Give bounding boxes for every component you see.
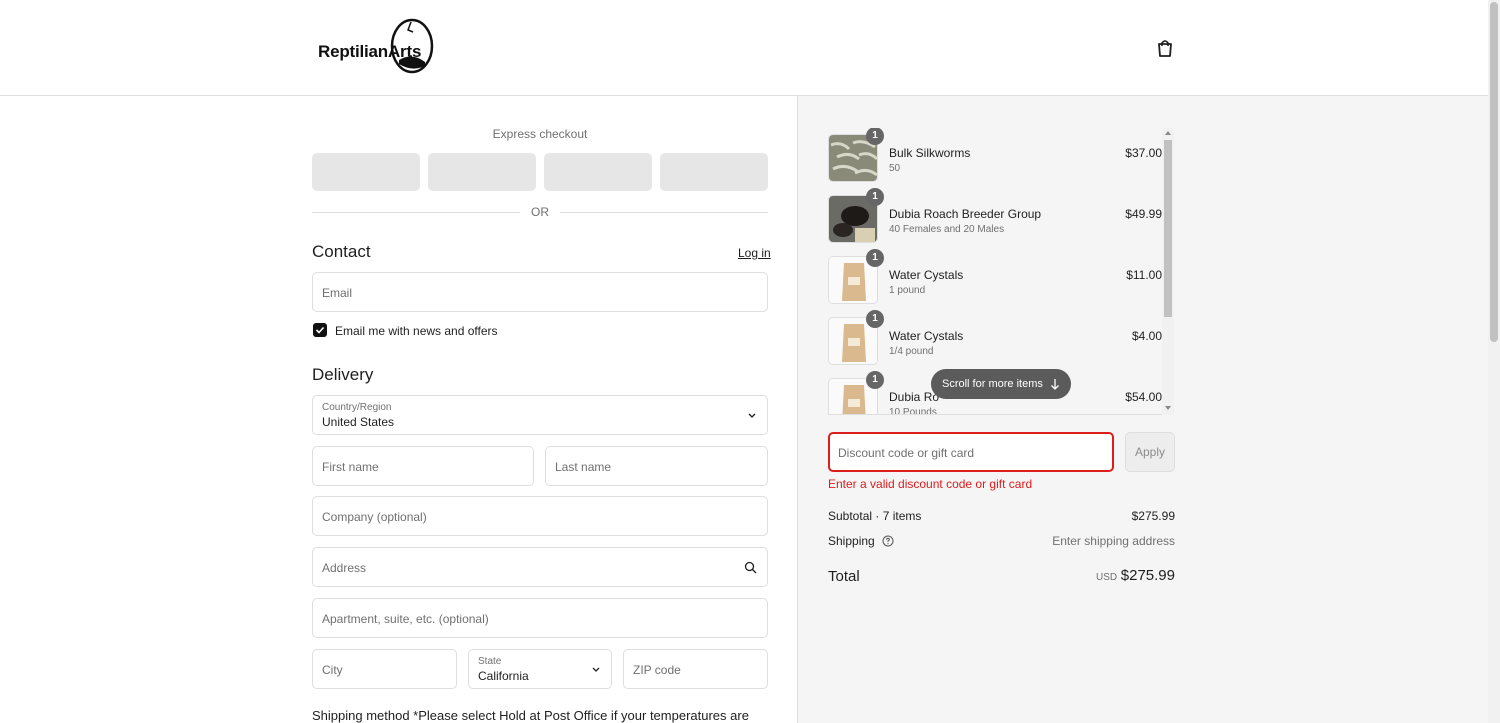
item-price: $49.99 [1125, 207, 1162, 221]
delivery-title: Delivery [312, 365, 374, 384]
shipping-method-heading: Shipping method *Please select Hold at P… [312, 708, 749, 723]
or-text: OR [531, 205, 549, 219]
scroll-for-more-button[interactable]: Scroll for more items [931, 369, 1071, 399]
address-field[interactable]: Address [312, 547, 768, 587]
page-scrollbar-thumb[interactable] [1490, 2, 1498, 342]
state-value: California [478, 669, 529, 683]
item-price: $11.00 [1126, 268, 1162, 282]
company-field[interactable]: Company (optional) [312, 496, 768, 536]
shipping-row: Shipping Enter shipping address [828, 534, 1175, 548]
scroll-up-arrow-icon[interactable] [1165, 131, 1171, 135]
scrollbar-thumb[interactable] [1164, 140, 1172, 317]
item-variant: 40 Females and 20 Males [889, 224, 1005, 235]
item-variant: 10 Pounds [889, 407, 937, 415]
express-pay-button-3[interactable] [544, 153, 652, 191]
company-placeholder: Company (optional) [322, 510, 427, 524]
item-variant: 1/4 pound [889, 346, 934, 357]
search-icon [744, 561, 757, 574]
quantity-badge: 1 [866, 188, 884, 206]
quantity-badge: 1 [866, 249, 884, 267]
cart-item: 1 Water Cystals 1/4 pound $4.00 [828, 310, 1162, 365]
discount-code-field[interactable]: Discount code or gift card [828, 432, 1114, 472]
email-placeholder: Email [322, 286, 353, 300]
item-price: $37.00 [1125, 146, 1162, 160]
email-field[interactable]: Email [312, 272, 768, 312]
checkout-header: ReptilianArts [0, 0, 1488, 96]
shipping-label: Shipping [828, 534, 875, 548]
cart-item: 1 Dubia Roach Breeder Group 40 Females a… [828, 188, 1162, 243]
item-name: Water Cystals [889, 329, 964, 343]
discount-placeholder: Discount code or gift card [838, 446, 975, 460]
contact-title: Contact [312, 242, 371, 261]
zip-placeholder: ZIP code [633, 663, 681, 677]
item-variant: 1 pound [889, 285, 926, 296]
quantity-badge: 1 [866, 128, 884, 145]
discount-error-message: Enter a valid discount code or gift card [828, 477, 1033, 491]
express-checkout-title: Express checkout [492, 127, 588, 141]
first-name-field[interactable]: First name [312, 446, 534, 486]
shipping-value: Enter shipping address [1052, 534, 1175, 548]
shopping-bag-icon[interactable] [1155, 38, 1175, 58]
total-value: $275.99 [1120, 567, 1175, 584]
state-select[interactable]: State California [468, 649, 612, 689]
apartment-field[interactable]: Apartment, suite, etc. (optional) [312, 598, 768, 638]
city-field[interactable]: City [312, 649, 457, 689]
item-variant: 50 [889, 163, 901, 174]
help-circle-icon[interactable] [882, 535, 894, 547]
total-label: Total [828, 568, 860, 585]
city-placeholder: City [322, 663, 343, 677]
cart-items-scrollbar[interactable] [1162, 128, 1174, 415]
login-link[interactable]: Log in [738, 246, 771, 260]
subtotal-value: $275.99 [1131, 509, 1175, 523]
brand-logo[interactable]: ReptilianArts [317, 16, 437, 76]
country-label: Country/Region [322, 402, 392, 413]
quantity-badge: 1 [866, 310, 884, 328]
item-price: $54.00 [1125, 390, 1162, 404]
subtotal-row: Subtotal · 7 items $275.99 [828, 509, 1175, 523]
item-name: Dubia Roach Breeder Group [889, 207, 1042, 221]
checkmark-icon [315, 326, 325, 334]
chevron-down-icon [748, 413, 756, 418]
item-name: Bulk Silkworms [889, 146, 971, 160]
scroll-down-arrow-icon[interactable] [1165, 406, 1171, 410]
last-name-placeholder: Last name [555, 460, 612, 474]
express-pay-button-2[interactable] [428, 153, 536, 191]
express-pay-button-1[interactable] [312, 153, 420, 191]
cart-item: 1 Water Cystals 1 pound $11.00 [828, 249, 1162, 304]
last-name-field[interactable]: Last name [545, 446, 768, 486]
address-placeholder: Address [322, 561, 367, 575]
or-divider: OR [312, 204, 768, 220]
egg-logo-icon [390, 18, 434, 74]
country-value: United States [322, 415, 395, 429]
item-price: $4.00 [1131, 329, 1162, 343]
scroll-hint-label: Scroll for more items [942, 378, 1043, 390]
zip-field[interactable]: ZIP code [623, 649, 768, 689]
item-name: Water Cystals [889, 268, 964, 282]
express-pay-button-4[interactable] [660, 153, 768, 191]
apartment-placeholder: Apartment, suite, etc. (optional) [322, 612, 489, 626]
state-label: State [478, 656, 502, 667]
arrow-down-icon [1051, 379, 1059, 390]
checkout-form-column: Express checkout OR Contact Log in Email… [0, 96, 797, 723]
cart-item: 1 Bulk Silkworms 50 $37.00 [828, 128, 1162, 182]
page-scrollbar[interactable] [1488, 0, 1500, 723]
newsletter-checkbox[interactable] [313, 323, 327, 337]
quantity-badge: 1 [866, 371, 884, 389]
currency-code: USD [1096, 572, 1118, 583]
country-select[interactable]: Country/Region United States [312, 395, 768, 435]
item-name: Dubia Ro [889, 390, 940, 404]
subtotal-label: Subtotal · 7 items [828, 509, 922, 523]
newsletter-label: Email me with news and offers [335, 324, 498, 338]
chevron-down-icon [592, 667, 600, 672]
apply-discount-button[interactable]: Apply [1125, 432, 1175, 472]
first-name-placeholder: First name [322, 460, 379, 474]
